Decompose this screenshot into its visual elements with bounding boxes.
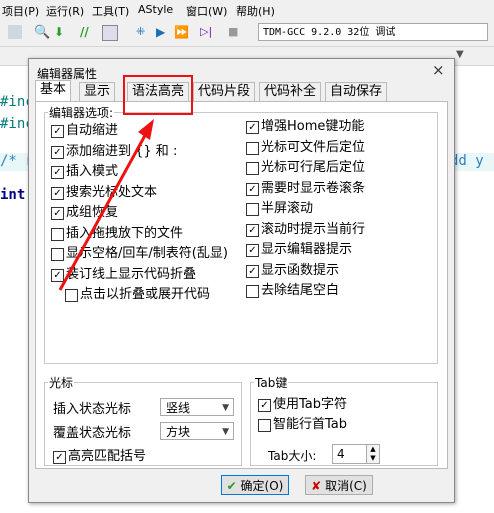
arrow-head-icon [138, 119, 154, 140]
arrow-line [58, 129, 150, 291]
annotation-arrow [58, 119, 154, 291]
